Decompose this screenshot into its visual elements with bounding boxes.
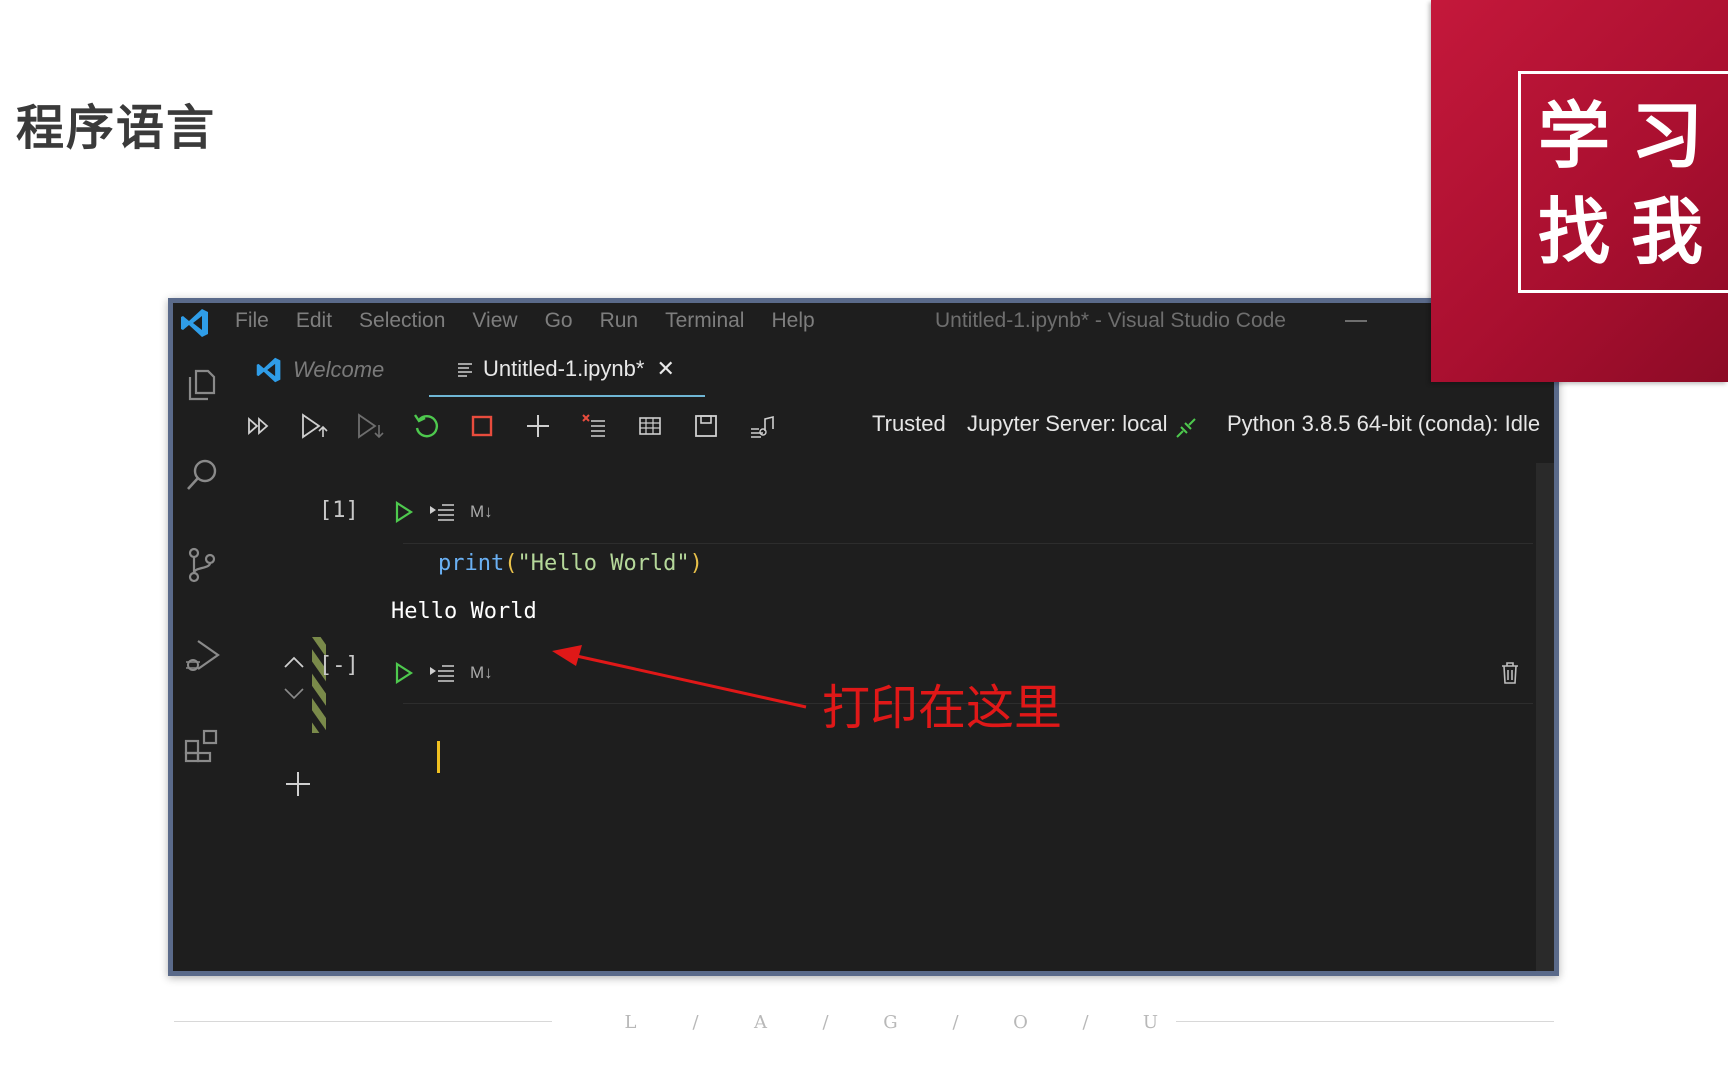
footer-letter: O xyxy=(1013,1012,1028,1033)
code-string: "Hello World" xyxy=(517,551,690,576)
markdown-toggle[interactable]: M↓ xyxy=(470,502,493,522)
window-title: Untitled-1.ipynb* - Visual Studio Code xyxy=(935,309,1286,332)
stamp-char: 找 xyxy=(1538,189,1611,274)
export-icon[interactable] xyxy=(747,411,777,441)
footer-brand: L / A / G / O / U xyxy=(598,1012,1183,1033)
execution-count: [-] xyxy=(319,653,359,678)
title-bar: File Edit Selection View Go Run Terminal… xyxy=(173,303,1554,343)
vscode-logo-icon xyxy=(256,357,281,383)
footer-letter: U xyxy=(1142,1012,1159,1033)
footer-divider xyxy=(1176,1021,1554,1022)
menu-selection[interactable]: Selection xyxy=(359,309,445,333)
add-cell-icon[interactable] xyxy=(523,411,553,441)
restart-kernel-icon[interactable] xyxy=(411,411,441,441)
footer-letter: / xyxy=(692,1012,699,1033)
move-cell-icon[interactable] xyxy=(281,653,307,703)
run-all-icon[interactable] xyxy=(245,411,275,441)
menu-help[interactable]: Help xyxy=(771,309,814,333)
run-above-icon[interactable] xyxy=(299,411,329,441)
run-cell-icon[interactable] xyxy=(394,662,414,684)
activity-bar xyxy=(173,343,233,971)
annotation-label: 打印在这里 xyxy=(822,680,1063,736)
code-line[interactable]: print("Hello World") xyxy=(438,551,703,576)
footer-letter: G xyxy=(883,1012,898,1033)
tab-untitled-notebook[interactable]: Untitled-1.ipynb* ✕ xyxy=(429,343,705,397)
footer-letter: / xyxy=(822,1012,829,1033)
code-paren: ( xyxy=(504,551,518,576)
notebook-toolbar: Trusted Jupyter Server: local Python 3.8… xyxy=(233,397,1554,453)
tab-welcome-label: Welcome xyxy=(293,357,385,382)
scrollbar[interactable] xyxy=(1536,463,1554,971)
stamp-badge: 学 习 找 我 xyxy=(1431,0,1728,382)
source-control-icon[interactable] xyxy=(182,545,222,585)
explorer-icon[interactable] xyxy=(182,365,222,405)
slide-title: 程序语言 xyxy=(16,100,217,156)
connected-plug-icon xyxy=(1176,418,1196,438)
cell-output: Hello World xyxy=(391,599,537,624)
clear-outputs-icon[interactable] xyxy=(579,411,609,441)
tab-bar: Welcome Untitled-1.ipynb* ✕ xyxy=(233,343,1554,397)
kernel-status[interactable]: Python 3.8.5 64-bit (conda): Idle xyxy=(1227,411,1540,437)
interrupt-kernel-icon[interactable] xyxy=(467,411,497,441)
variables-icon[interactable] xyxy=(635,411,665,441)
cell-toolbar: M↓ xyxy=(394,501,493,523)
footer-letter: / xyxy=(1082,1012,1089,1033)
stamp-char: 学 xyxy=(1538,93,1611,178)
tab-active-label: Untitled-1.ipynb* xyxy=(483,356,645,381)
cell-running-indicator xyxy=(312,637,326,733)
execution-count: [1] xyxy=(319,498,359,523)
menu-view[interactable]: View xyxy=(472,309,517,333)
footer-letter: / xyxy=(952,1012,959,1033)
search-icon[interactable] xyxy=(182,455,222,495)
footer-letter: L xyxy=(624,1012,637,1033)
menu-edit[interactable]: Edit xyxy=(296,309,332,333)
menu-go[interactable]: Go xyxy=(545,309,573,333)
menu-file[interactable]: File xyxy=(235,309,269,333)
jupyter-server-status[interactable]: Jupyter Server: local xyxy=(967,411,1168,437)
save-icon[interactable] xyxy=(691,411,721,441)
text-cursor xyxy=(437,741,440,773)
trusted-status[interactable]: Trusted xyxy=(872,411,946,437)
minimize-button[interactable] xyxy=(1345,320,1367,322)
extensions-icon[interactable] xyxy=(182,725,222,765)
stamp-char: 我 xyxy=(1631,189,1704,274)
add-cell-icon[interactable] xyxy=(283,769,313,799)
cell-divider xyxy=(403,543,1533,544)
vscode-window: File Edit Selection View Go Run Terminal… xyxy=(168,298,1559,976)
delete-cell-icon[interactable] xyxy=(1499,661,1521,685)
footer-letter: A xyxy=(754,1012,767,1033)
menu-run[interactable]: Run xyxy=(600,309,639,333)
run-by-line-icon[interactable] xyxy=(428,501,458,523)
menu-bar: File Edit Selection View Go Run Terminal… xyxy=(235,309,842,333)
code-function: print xyxy=(438,551,505,576)
markdown-toggle[interactable]: M↓ xyxy=(470,663,493,683)
vscode-logo-icon xyxy=(181,309,208,337)
run-debug-icon[interactable] xyxy=(182,635,222,675)
run-by-line-icon[interactable] xyxy=(428,662,458,684)
run-below-icon[interactable] xyxy=(355,411,385,441)
footer-divider xyxy=(174,1021,552,1022)
stamp-char: 习 xyxy=(1631,93,1704,178)
file-lines-icon xyxy=(458,363,472,377)
cell-toolbar: M↓ xyxy=(394,662,493,684)
code-paren: ) xyxy=(689,551,703,576)
close-icon[interactable]: ✕ xyxy=(656,356,674,382)
run-cell-icon[interactable] xyxy=(394,501,414,523)
menu-terminal[interactable]: Terminal xyxy=(665,309,744,333)
tab-welcome[interactable]: Welcome xyxy=(255,343,384,397)
